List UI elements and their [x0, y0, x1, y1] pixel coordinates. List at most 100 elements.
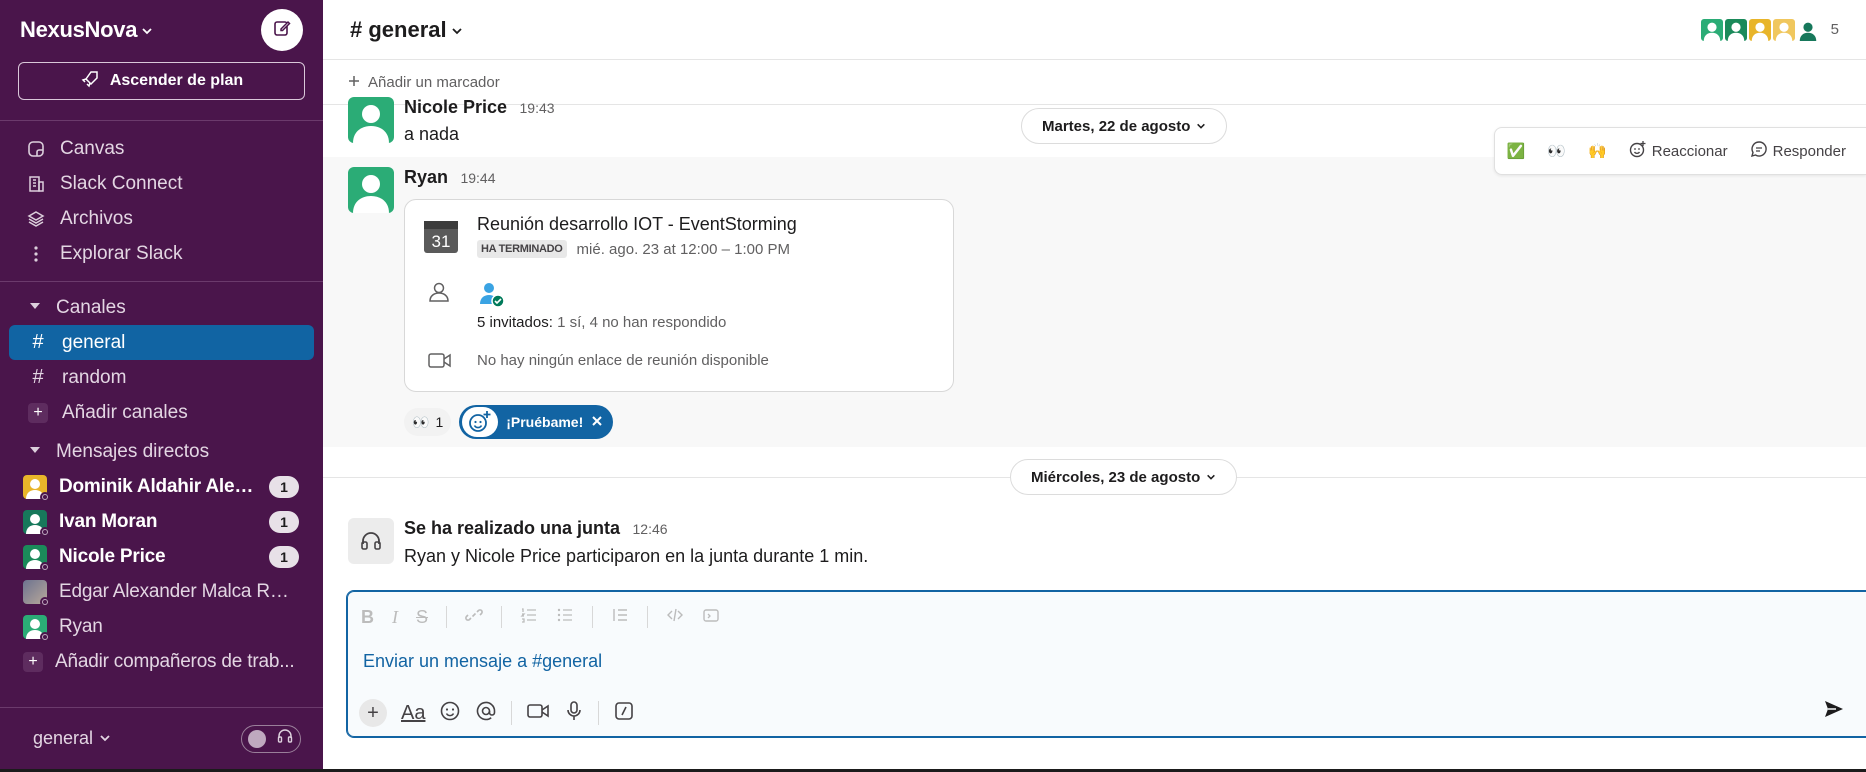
sidebar-item-label: Archivos [60, 207, 133, 229]
section-label: Mensajes directos [56, 440, 210, 462]
avatar [23, 509, 50, 537]
chevron-down-icon [1196, 118, 1206, 135]
sidebar-item-label: Canvas [60, 137, 125, 159]
dm-item[interactable]: Nicole Price 1 [0, 539, 323, 574]
add-reaction-button[interactable]: Reaccionar [1629, 140, 1728, 162]
dm-name: Ryan [59, 615, 103, 637]
dms-section-header[interactable]: Mensajes directos [0, 434, 323, 469]
dm-name: Edgar Alexander Malca Roja... [59, 580, 299, 602]
reaction-emoji: 👀 [412, 413, 430, 430]
huddle-channel-selector[interactable]: general [33, 728, 111, 749]
reply-in-thread-button[interactable]: Responder [1750, 140, 1846, 162]
message-time[interactable]: 12:46 [633, 521, 668, 537]
dm-item[interactable]: Ryan [0, 609, 323, 644]
try-me-button[interactable]: ¡Pruébame! [459, 405, 614, 439]
divider [511, 701, 513, 725]
sidebar-item-label: Explorar Slack [60, 242, 183, 264]
sidebar-item-files[interactable]: Archivos [0, 201, 323, 236]
video-clip-icon[interactable] [526, 701, 550, 726]
message-author[interactable]: Ryan [404, 167, 448, 187]
plus-icon: + [23, 651, 43, 672]
headphones-icon [348, 518, 394, 564]
calendar-event-card[interactable]: 31 Reunión desarrollo IOT - EventStormin… [404, 199, 954, 392]
dm-item[interactable]: Ivan Moran 1 [0, 504, 323, 539]
quick-react-raised-hands[interactable]: 🙌 [1588, 142, 1607, 160]
channel-title: # general [350, 16, 447, 42]
invitee-avatar[interactable] [477, 280, 505, 313]
workspace-switcher[interactable]: NexusNova [20, 17, 153, 43]
event-title[interactable]: Reunión desarrollo IOT - EventStorming [477, 214, 797, 235]
add-coworkers-button[interactable]: + Añadir compañeros de trab... [0, 644, 323, 679]
formatting-toggle-icon[interactable]: Aa [401, 702, 425, 725]
dm-item[interactable]: Edgar Alexander Malca Roja... [0, 574, 323, 609]
attach-plus-button[interactable]: + [359, 699, 387, 727]
avatar [1722, 16, 1749, 43]
chevron-down-icon [451, 17, 463, 43]
compose-icon [272, 18, 292, 43]
huddle-message[interactable]: Se ha realizado una junta 12:46 Ryan y N… [323, 510, 1866, 580]
slash-command-icon[interactable] [613, 700, 635, 727]
send-button[interactable] [1823, 698, 1845, 725]
add-channels-button[interactable]: + Añadir canales [9, 395, 314, 430]
caret-down-icon [28, 297, 42, 319]
date-divider-button[interactable]: Martes, 22 de agosto [1021, 108, 1228, 144]
quick-react-check[interactable]: ✅ [1507, 142, 1526, 160]
sidebar-item-slack-connect[interactable]: Slack Connect [0, 166, 323, 201]
close-icon[interactable] [591, 414, 603, 430]
chevron-down-icon [141, 17, 153, 43]
message-author[interactable]: Nicole Price [404, 97, 507, 117]
reaction-eyes[interactable]: 👀 1 [404, 408, 452, 436]
chevron-down-icon [1206, 469, 1216, 486]
channel-title-button[interactable]: # general [350, 17, 463, 43]
avatar[interactable] [348, 97, 394, 143]
add-emoji-icon [1629, 140, 1647, 162]
ordered-list-icon[interactable] [520, 606, 538, 629]
members-button[interactable]: 5 [1698, 16, 1839, 43]
calendar-day: 31 [432, 232, 451, 251]
workspace-name: NexusNova [20, 17, 138, 42]
avatar[interactable] [348, 167, 394, 213]
add-bookmark-label: Añadir un marcador [368, 73, 500, 91]
date-label: Miércoles, 23 de agosto [1031, 468, 1201, 486]
emoji-icon[interactable] [439, 700, 461, 727]
message-time[interactable]: 19:43 [520, 100, 555, 116]
message-hovered[interactable]: Ryan 19:44 ✅ 👀 🙌 Reaccionar Responder 31… [323, 127, 1866, 447]
strikethrough-icon[interactable]: S [416, 607, 428, 628]
event-time: mié. ago. 23 at 12:00 – 1:00 PM [576, 240, 791, 258]
microphone-icon[interactable] [564, 700, 584, 727]
avatar [23, 474, 50, 502]
blockquote-icon[interactable] [611, 606, 629, 629]
message-time[interactable]: 19:44 [460, 170, 495, 186]
bold-icon[interactable]: B [361, 607, 374, 628]
message-input[interactable]: Enviar un mensaje a #general [363, 651, 602, 672]
composer-tools: + Aa [359, 699, 635, 727]
code-icon[interactable] [666, 606, 684, 629]
channel-header: # general 5 [323, 0, 1866, 60]
send-icon [1823, 701, 1845, 724]
quick-react-eyes[interactable]: 👀 [1547, 142, 1566, 160]
channels-section-header[interactable]: Canales [0, 290, 323, 325]
bulleted-list-icon[interactable] [556, 606, 574, 629]
upgrade-plan-button[interactable]: Ascender de plan [18, 62, 305, 100]
code-block-icon[interactable] [702, 606, 720, 629]
date-divider-button[interactable]: Miércoles, 23 de agosto [1010, 459, 1238, 495]
compose-button[interactable] [261, 9, 303, 51]
huddle-toggle[interactable] [241, 724, 301, 753]
upgrade-plan-label: Ascender de plan [109, 72, 244, 89]
caret-down-icon [28, 441, 42, 463]
sidebar-item-channel-random[interactable]: # random [9, 360, 314, 395]
link-icon[interactable] [465, 606, 483, 629]
formatting-toolbar: B I S [347, 591, 1866, 643]
dm-item[interactable]: Dominik Aldahir Alexi... 1 [0, 469, 323, 504]
canvas-icon [26, 139, 46, 159]
avatar [1698, 16, 1725, 43]
italic-icon[interactable]: I [392, 607, 398, 628]
member-count: 5 [1830, 21, 1839, 38]
mention-icon[interactable] [475, 700, 497, 727]
thread-icon [1750, 140, 1768, 162]
sidebar-item-explore[interactable]: Explorar Slack [0, 236, 323, 271]
avatar [23, 544, 50, 572]
sidebar-item-channel-general[interactable]: # general [9, 325, 314, 360]
unread-badge: 1 [269, 545, 299, 568]
sidebar-item-canvas[interactable]: Canvas [0, 131, 323, 166]
